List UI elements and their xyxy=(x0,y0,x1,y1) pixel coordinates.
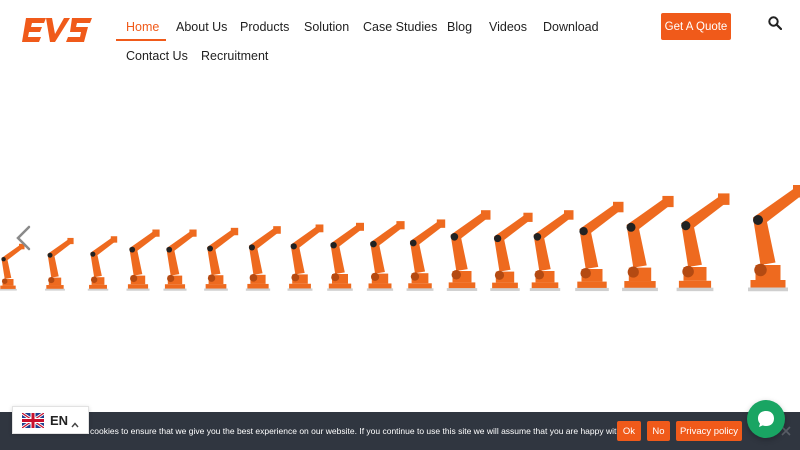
get-a-quote-button[interactable]: Get A Quote xyxy=(661,13,731,40)
robot-arm-image xyxy=(748,185,800,292)
robot-arm-image xyxy=(163,229,197,291)
robot-arm-image xyxy=(490,212,533,291)
cookie-no-button[interactable]: No xyxy=(647,421,670,441)
evs-logo[interactable] xyxy=(22,14,94,46)
chevron-up-icon xyxy=(71,416,79,428)
cookie-message: cookies to ensure that we give you the b… xyxy=(90,426,631,436)
hero-robot-lineup-image xyxy=(0,160,800,310)
robot-arm-image xyxy=(245,226,281,291)
nav-recruitment[interactable]: Recruitment xyxy=(201,49,268,63)
nav-blog[interactable]: Blog xyxy=(447,20,472,34)
robot-arm-image xyxy=(126,229,160,291)
language-code: EN xyxy=(50,413,69,428)
language-switcher[interactable]: EN xyxy=(12,406,89,434)
nav-solution[interactable]: Solution xyxy=(304,20,349,34)
robot-arm-image xyxy=(406,219,446,291)
chat-bubble-icon[interactable] xyxy=(747,400,785,438)
robot-arm-image xyxy=(204,227,239,291)
nav-case-studies[interactable]: Case Studies xyxy=(363,20,437,34)
nav-download[interactable]: Download xyxy=(543,20,599,34)
robot-arm-image xyxy=(446,210,491,291)
nav-home[interactable]: Home xyxy=(126,20,159,34)
robot-arm-image xyxy=(622,195,674,292)
privacy-policy-button[interactable]: Privacy policy xyxy=(676,421,742,441)
robot-arm-image xyxy=(676,193,730,292)
search-icon[interactable] xyxy=(768,16,783,31)
nav-products[interactable]: Products xyxy=(240,20,289,34)
cookie-ok-button[interactable]: Ok xyxy=(617,421,641,441)
robot-arm-image xyxy=(287,224,324,291)
robot-arm-image xyxy=(366,221,405,291)
uk-flag-icon xyxy=(21,411,45,430)
page: Home About Us Products Solution Case Stu… xyxy=(0,0,800,450)
nav-videos[interactable]: Videos xyxy=(489,20,527,34)
nav-active-underline xyxy=(116,39,166,41)
nav-contact-us[interactable]: Contact Us xyxy=(126,49,188,63)
nav-about-us[interactable]: About Us xyxy=(176,20,227,34)
robot-arm-image xyxy=(529,210,574,291)
chevron-left-icon[interactable] xyxy=(12,224,36,252)
robot-arm-image xyxy=(575,201,624,292)
robot-arm-image xyxy=(45,237,74,291)
robot-arm-image xyxy=(87,236,118,291)
robot-arm-image xyxy=(327,222,364,291)
